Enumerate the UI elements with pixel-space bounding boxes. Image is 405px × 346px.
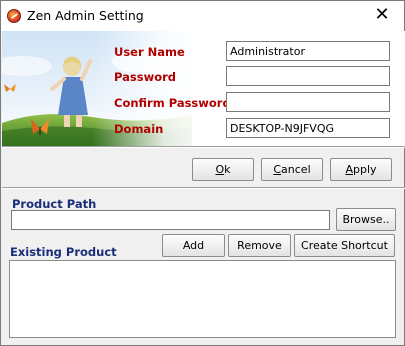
existing-product-list[interactable]: [9, 260, 396, 338]
product-path-field[interactable]: [11, 210, 330, 230]
ok-mnemonic: O: [215, 163, 225, 176]
title-bar[interactable]: Zen Admin Setting ✕: [1, 1, 404, 31]
password-field[interactable]: [226, 66, 390, 86]
password-label: Password: [114, 70, 176, 84]
buttons-separator: [2, 187, 405, 189]
zen-admin-setting-window: Zen Admin Setting ✕ User Name Administra…: [0, 0, 405, 346]
create-shortcut-button[interactable]: Create Shortcut: [294, 234, 395, 257]
apply-label-rest: pply: [353, 163, 377, 176]
cancel-label-rest: ancel: [281, 163, 311, 176]
apply-mnemonic: A: [345, 163, 353, 176]
remove-button[interactable]: Remove: [228, 234, 291, 257]
apply-button[interactable]: Apply: [330, 158, 392, 181]
domain-field[interactable]: [226, 118, 390, 138]
window-title: Zen Admin Setting: [27, 8, 144, 23]
confirm-password-label: Confirm Password: [114, 96, 231, 110]
header-panel: User Name Password Confirm Password Doma…: [2, 31, 405, 146]
ok-label-rest: k: [224, 163, 231, 176]
cancel-button[interactable]: Cancel: [261, 158, 323, 181]
ok-button[interactable]: Ok: [192, 158, 254, 181]
zen-app-icon: [7, 9, 21, 23]
cancel-mnemonic: C: [273, 163, 282, 176]
user-name-label: User Name: [114, 45, 185, 59]
existing-product-label: Existing Product: [10, 245, 117, 259]
confirm-password-field[interactable]: [226, 92, 390, 112]
close-icon[interactable]: ✕: [362, 1, 402, 29]
product-path-label: Product Path: [12, 197, 97, 211]
domain-label: Domain: [114, 122, 164, 136]
browse-button[interactable]: Browse..: [336, 208, 396, 231]
header-separator: [2, 146, 405, 148]
user-name-field[interactable]: [226, 41, 390, 61]
add-button[interactable]: Add: [162, 234, 225, 257]
